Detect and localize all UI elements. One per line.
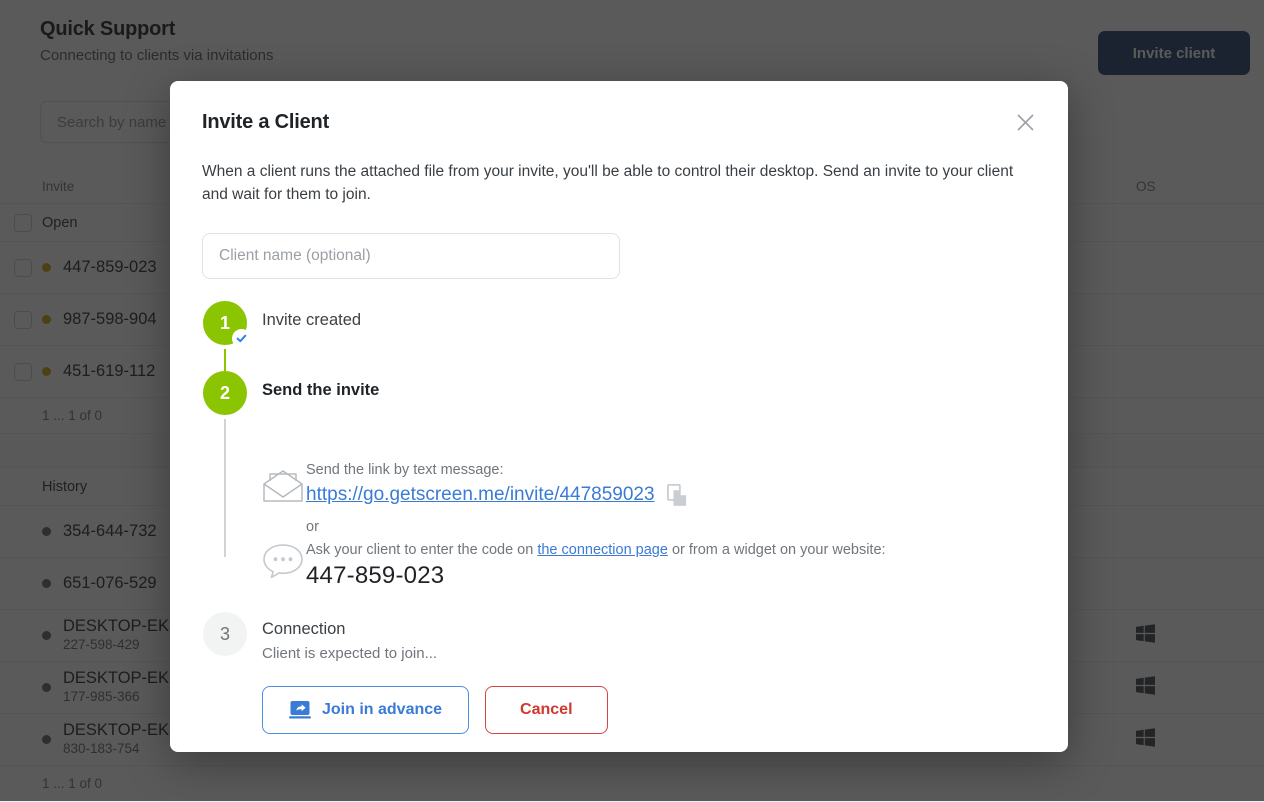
join-button-label: Join in advance [322, 701, 442, 719]
step-3-body: Connection Client is expected to join... [248, 612, 1036, 662]
check-circle-icon [232, 329, 251, 348]
close-x-icon [1017, 114, 1034, 131]
step-2-bullet: 2 [203, 371, 247, 415]
close-icon[interactable] [1012, 109, 1038, 135]
dialog-actions: Join in advance Cancel [202, 686, 1036, 734]
step-3-status: Client is expected to join... [262, 645, 1036, 662]
step-3-label: Connection [262, 620, 1036, 639]
invite-client-dialog: Invite a Client When a client runs the a… [170, 81, 1068, 752]
step-1-label: Invite created [262, 311, 1036, 330]
step-connector-1-2 [224, 349, 226, 371]
step-3-marker: 3 [202, 612, 248, 662]
step-2-body: Send the invite [248, 371, 1036, 557]
step-3-bullet: 3 [203, 612, 247, 656]
step-2-number: 2 [220, 383, 230, 404]
invite-code-value: 447-859-023 [306, 562, 1036, 590]
invite-stepper: 1 Invite created 2 [202, 301, 1036, 734]
step-1-bullet: 1 [203, 301, 247, 345]
monitor-share-icon [289, 700, 311, 720]
cancel-button-label: Cancel [520, 701, 572, 719]
step-2-label: Send the invite [262, 381, 1036, 400]
step-2-marker: 2 [202, 371, 248, 557]
step-1: 1 Invite created [202, 301, 1036, 371]
step-3: 3 Connection Client is expected to join.… [202, 612, 1036, 662]
dialog-description: When a client runs the attached file fro… [202, 161, 1020, 206]
step-2: 2 Send the invite [202, 371, 1036, 557]
join-in-advance-button[interactable]: Join in advance [262, 686, 469, 734]
step-1-number: 1 [220, 313, 230, 334]
step-3-number: 3 [220, 624, 230, 645]
dialog-title: Invite a Client [202, 111, 1036, 134]
checkmark-icon [234, 331, 249, 346]
client-name-input[interactable] [202, 233, 620, 279]
cancel-button[interactable]: Cancel [485, 686, 607, 734]
step-1-body: Invite created [248, 301, 1036, 371]
step-connector-2-3 [224, 419, 226, 557]
step-1-marker: 1 [202, 301, 248, 371]
